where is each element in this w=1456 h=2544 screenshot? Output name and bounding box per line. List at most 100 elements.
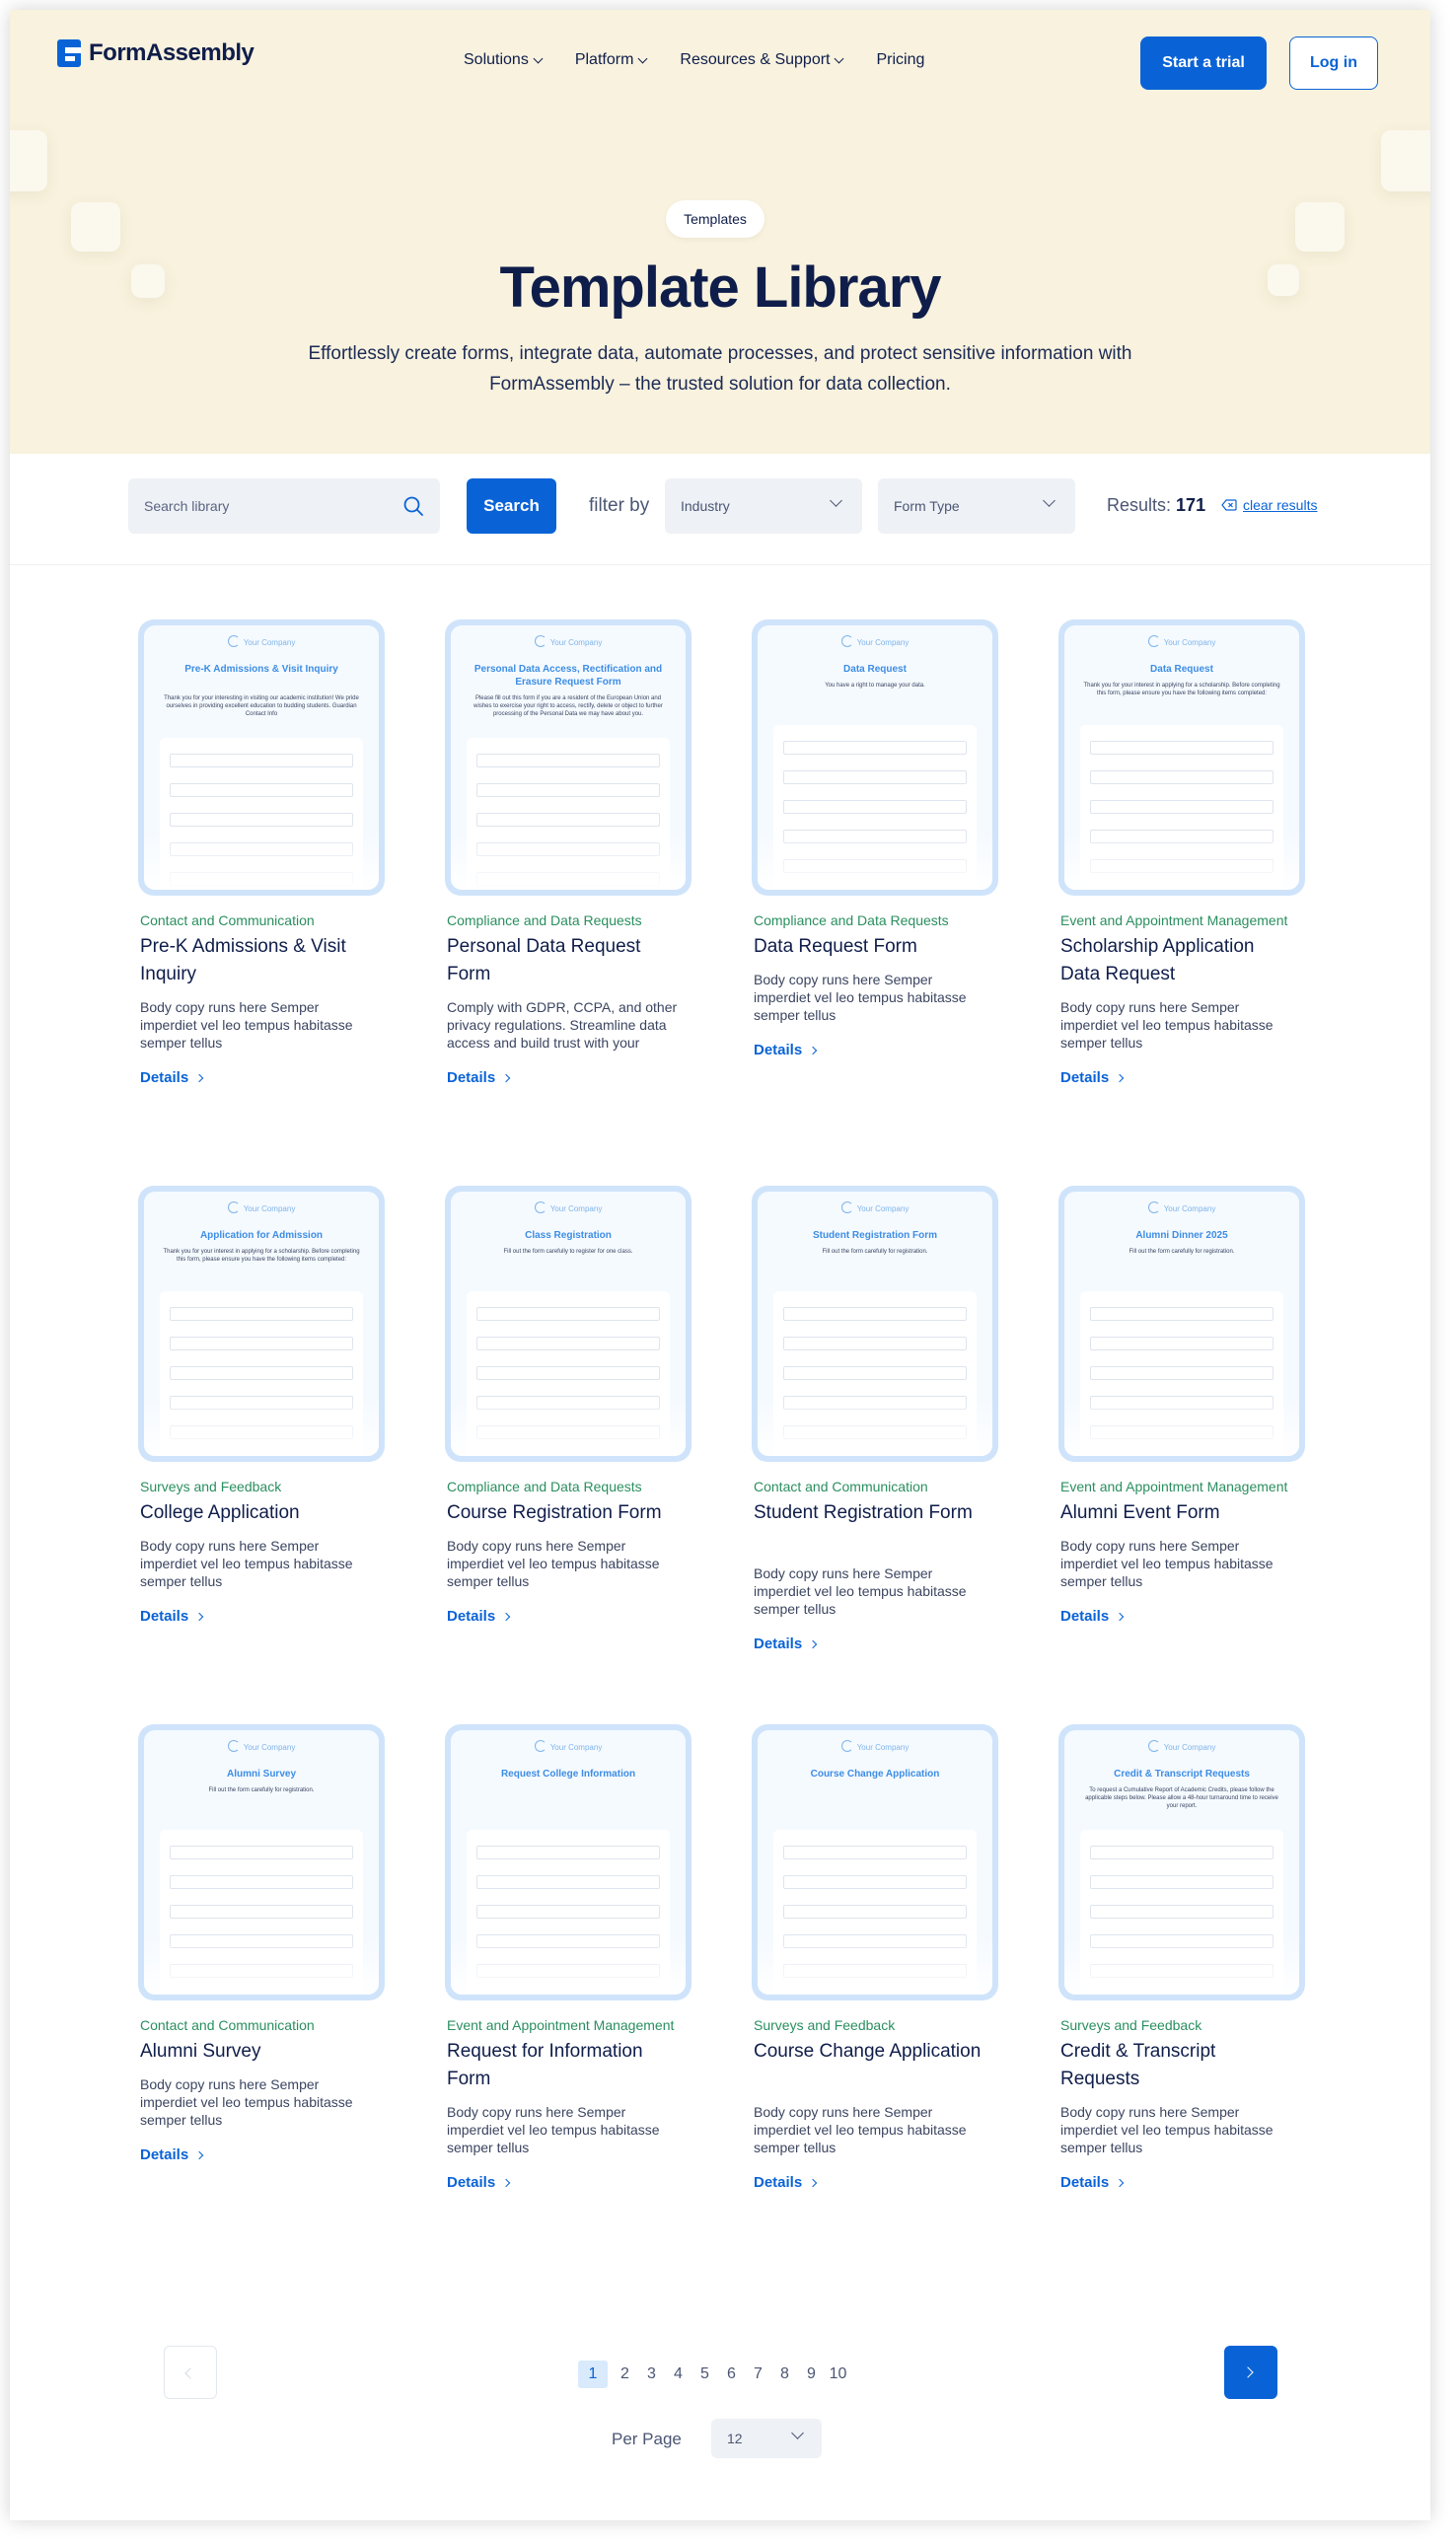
- card-details-link[interactable]: Details: [754, 2174, 818, 2191]
- prev-page-button[interactable]: [164, 2346, 217, 2399]
- chevron-down-icon: [637, 53, 648, 63]
- chevron-left-icon: [184, 2367, 196, 2379]
- page-6[interactable]: 6: [718, 2361, 745, 2388]
- preview-field: [783, 1337, 967, 1350]
- card-details-link[interactable]: Details: [447, 1069, 511, 1086]
- decor-tile: [71, 202, 120, 252]
- login-button[interactable]: Log in: [1289, 36, 1378, 90]
- card-category: Surveys and Feedback: [140, 1479, 282, 1494]
- page-3[interactable]: 3: [638, 2361, 665, 2388]
- preview-title: Student Registration Form: [812, 1230, 938, 1241]
- preview-title: Alumni Dinner 2025: [1135, 1230, 1228, 1241]
- template-card[interactable]: Your Company Pre-K Admissions & Visit Inq…: [138, 619, 385, 1093]
- page-4[interactable]: 4: [665, 2361, 692, 2388]
- template-card[interactable]: Your Company Personal Data Access, Rectif…: [445, 619, 692, 1093]
- template-card[interactable]: Your Company Alumni Survey Fill out the fo…: [138, 1724, 385, 2170]
- card-details-link[interactable]: Details: [140, 1608, 204, 1625]
- preview-title: Personal Data Access, Rectification and …: [473, 664, 663, 688]
- template-card[interactable]: Your Company Data Request Thank you for yo…: [1058, 619, 1305, 1093]
- clear-label: clear results: [1243, 497, 1318, 513]
- template-thumbnail[interactable]: Your Company Request College Information: [445, 1724, 692, 2000]
- page-5[interactable]: 5: [692, 2361, 718, 2388]
- search-input[interactable]: [128, 478, 395, 534]
- next-page-button[interactable]: [1224, 2346, 1277, 2399]
- chevron-down-icon: [830, 494, 842, 507]
- preview-description: Fill out the form carefully for registra…: [822, 1249, 928, 1255]
- top-nav: FormAssembly Solutions Platform Resource…: [10, 10, 1430, 109]
- card-details-link[interactable]: Details: [1060, 2174, 1125, 2191]
- menu-platform[interactable]: Platform: [575, 51, 648, 69]
- preview-description: Thank you for your interesting in visiti…: [164, 695, 359, 717]
- template-thumbnail[interactable]: Your Company Data Request You have a right…: [752, 619, 998, 896]
- menu-resources[interactable]: Resources & Support: [680, 51, 844, 69]
- form-preview: Your Company Credit & Transcript Requests…: [1064, 1730, 1299, 1995]
- template-thumbnail[interactable]: Your Company Course Change Application: [752, 1724, 998, 2000]
- template-thumbnail[interactable]: Your Company Student Registration Form Fil…: [752, 1186, 998, 1462]
- page-numbers: 1 2 3 4 5 6 7 8 9 10: [578, 2361, 851, 2388]
- page-10[interactable]: 10: [825, 2361, 851, 2388]
- menu-label: Pricing: [876, 51, 925, 68]
- card-details-link[interactable]: Details: [447, 1608, 511, 1625]
- template-thumbnail[interactable]: Your Company Pre-K Admissions & Visit Inq…: [138, 619, 385, 896]
- form-type-select[interactable]: Form Type: [878, 478, 1075, 534]
- search-icon[interactable]: [402, 495, 424, 517]
- template-card[interactable]: Your Company Data Request You have a right…: [752, 619, 998, 1065]
- preview-field: [170, 1846, 353, 1859]
- page-2[interactable]: 2: [612, 2361, 638, 2388]
- template-card[interactable]: Your Company Student Registration Form Fil…: [752, 1186, 998, 1659]
- menu-solutions[interactable]: Solutions: [464, 51, 544, 69]
- preview-field: [476, 754, 660, 767]
- card-details-link[interactable]: Details: [754, 1635, 818, 1652]
- card-details-link[interactable]: Details: [140, 1069, 204, 1086]
- template-card[interactable]: Your Company Request College Information E…: [445, 1724, 692, 2198]
- template-card[interactable]: Your Company Alumni Dinner 2025 Fill out t…: [1058, 1186, 1305, 1632]
- preview-brand: Your Company: [758, 1201, 992, 1213]
- preview-field: [783, 1905, 967, 1919]
- preview-fade: [451, 831, 686, 890]
- page-1[interactable]: 1: [578, 2361, 608, 2388]
- form-preview: Your Company Data Request Thank you for yo…: [1064, 625, 1299, 890]
- template-thumbnail[interactable]: Your Company Alumni Survey Fill out the fo…: [138, 1724, 385, 2000]
- clear-results-link[interactable]: clear results: [1221, 497, 1317, 513]
- page-8[interactable]: 8: [771, 2361, 798, 2388]
- page-7[interactable]: 7: [745, 2361, 771, 2388]
- preview-fade: [451, 1397, 686, 1456]
- preview-field: [170, 1875, 353, 1889]
- template-thumbnail[interactable]: Your Company Personal Data Access, Rectif…: [445, 619, 692, 896]
- card-title: Alumni Survey: [140, 2041, 261, 2062]
- template-card[interactable]: Your Company Credit & Transcript Requests…: [1058, 1724, 1305, 2198]
- template-card[interactable]: Your Company Course Change Application Sur…: [752, 1724, 998, 2198]
- template-card[interactable]: Your Company Class Registration Fill out t…: [445, 1186, 692, 1632]
- logo-icon: [57, 39, 81, 67]
- industry-select[interactable]: Industry: [665, 478, 862, 534]
- template-card[interactable]: Your Company Application for Admission Tha…: [138, 1186, 385, 1632]
- preview-fade: [144, 831, 379, 890]
- preview-brand: Your Company: [758, 1740, 992, 1752]
- start-trial-button[interactable]: Start a trial: [1140, 36, 1267, 90]
- preview-field: [170, 1905, 353, 1919]
- details-label: Details: [754, 2174, 803, 2191]
- preview-field: [783, 1366, 967, 1380]
- menu-pricing[interactable]: Pricing: [876, 51, 924, 69]
- form-preview: Your Company Personal Data Access, Rectif…: [451, 625, 686, 890]
- template-thumbnail[interactable]: Your Company Class Registration Fill out t…: [445, 1186, 692, 1462]
- preview-fade: [758, 831, 992, 890]
- template-thumbnail[interactable]: Your Company Alumni Dinner 2025 Fill out t…: [1058, 1186, 1305, 1462]
- results-count: Results: 171: [1107, 495, 1205, 516]
- chevron-down-icon: [1043, 494, 1056, 507]
- card-details-link[interactable]: Details: [140, 2146, 204, 2163]
- template-thumbnail[interactable]: Your Company Data Request Thank you for yo…: [1058, 619, 1305, 896]
- card-details-link[interactable]: Details: [1060, 1069, 1125, 1086]
- logo[interactable]: FormAssembly: [57, 39, 255, 67]
- card-details-link[interactable]: Details: [447, 2174, 511, 2191]
- card-details-link[interactable]: Details: [754, 1042, 818, 1058]
- page-9[interactable]: 9: [798, 2361, 825, 2388]
- search-button[interactable]: Search: [467, 478, 556, 534]
- preview-fade: [1064, 831, 1299, 890]
- template-thumbnail[interactable]: Your Company Credit & Transcript Requests…: [1058, 1724, 1305, 2000]
- preview-field: [476, 1875, 660, 1889]
- card-details-link[interactable]: Details: [1060, 1608, 1125, 1625]
- template-thumbnail[interactable]: Your Company Application for Admission Tha…: [138, 1186, 385, 1462]
- card-description: Body copy runs here Semper imperdiet vel…: [1060, 1538, 1274, 1589]
- per-page-select[interactable]: 12: [711, 2419, 822, 2458]
